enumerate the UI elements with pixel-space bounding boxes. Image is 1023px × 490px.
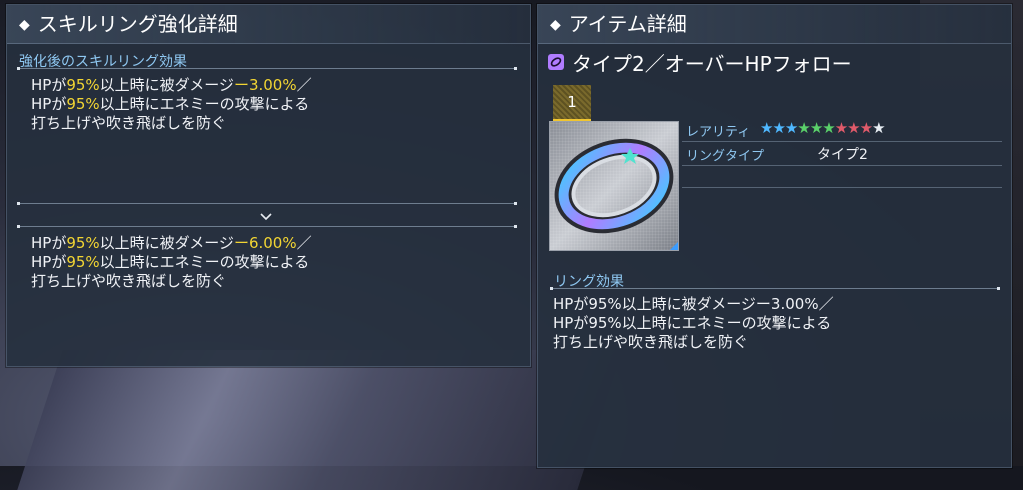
rarity-star-icon: ★ bbox=[784, 119, 798, 137]
diamond-icon: ◆ bbox=[19, 17, 30, 33]
enhanced-effect-text: HPが95%以上時に被ダメージー6.00%／ HPが95%以上時にエネミーの攻撃… bbox=[31, 234, 312, 290]
level-badge: 1 bbox=[553, 85, 591, 122]
rarity-star-icon: ★ bbox=[822, 119, 835, 137]
rarity-star-icon: ★ bbox=[760, 119, 773, 137]
panel-title: ◆ スキルリング強化詳細 bbox=[7, 5, 530, 44]
background-scenery bbox=[17, 350, 623, 490]
ring-type-row: リングタイプ タイプ2 bbox=[682, 143, 1002, 166]
rarity-row: レアリティ ★★★★★★★★★★ bbox=[682, 119, 1002, 142]
rarity-star-icon: ★ bbox=[859, 119, 873, 137]
corner-marker bbox=[670, 242, 678, 250]
ring-type-icon bbox=[548, 54, 564, 70]
item-name-row: タイプ2／オーバーHPフォロー bbox=[548, 49, 852, 76]
item-name: タイプ2／オーバーHPフォロー bbox=[572, 51, 852, 76]
section-divider bbox=[17, 67, 517, 70]
skill-ring-enhance-panel: ◆ スキルリング強化詳細 強化後のスキルリング効果 HPが95%以上時に被ダメージ… bbox=[6, 4, 531, 367]
ring-type-value: タイプ2 bbox=[817, 147, 868, 163]
panel-title-text: アイテム詳細 bbox=[568, 12, 687, 36]
rarity-star-icon: ★ bbox=[834, 119, 848, 137]
rarity-star-icon: ★ bbox=[797, 119, 810, 137]
panel-title-text: スキルリング強化詳細 bbox=[37, 12, 238, 36]
panel-title: ◆ アイテム詳細 bbox=[538, 5, 1011, 44]
section-divider bbox=[17, 225, 517, 228]
section-divider bbox=[17, 202, 517, 205]
rarity-star-icon: ★ bbox=[847, 119, 860, 137]
ring-type-label: リングタイプ bbox=[686, 149, 765, 164]
rarity-stars: ★★★★★★★★★★ bbox=[760, 119, 886, 137]
rarity-label: レアリティ bbox=[686, 125, 751, 140]
info-row-empty bbox=[682, 165, 1002, 188]
diamond-icon: ◆ bbox=[550, 17, 561, 33]
skill-ring-image bbox=[549, 121, 679, 251]
rarity-star-icon: ★ bbox=[872, 119, 885, 137]
section-divider bbox=[550, 287, 1000, 290]
ring-effect-text: HPが95%以上時に被ダメージー3.00%／ HPが95%以上時にエネミーの攻撃… bbox=[553, 295, 834, 351]
current-effect-text: HPが95%以上時に被ダメージー3.00%／ HPが95%以上時にエネミーの攻撃… bbox=[31, 76, 312, 132]
rarity-star-icon: ★ bbox=[809, 119, 823, 137]
level-number: 1 bbox=[567, 93, 577, 111]
rarity-star-icon: ★ bbox=[772, 119, 785, 137]
chevron-down-icon bbox=[260, 213, 272, 221]
item-detail-panel: ◆ アイテム詳細 タイプ2／オーバーHPフォロー 1 レアリティ ★★★★★★★… bbox=[537, 4, 1012, 468]
